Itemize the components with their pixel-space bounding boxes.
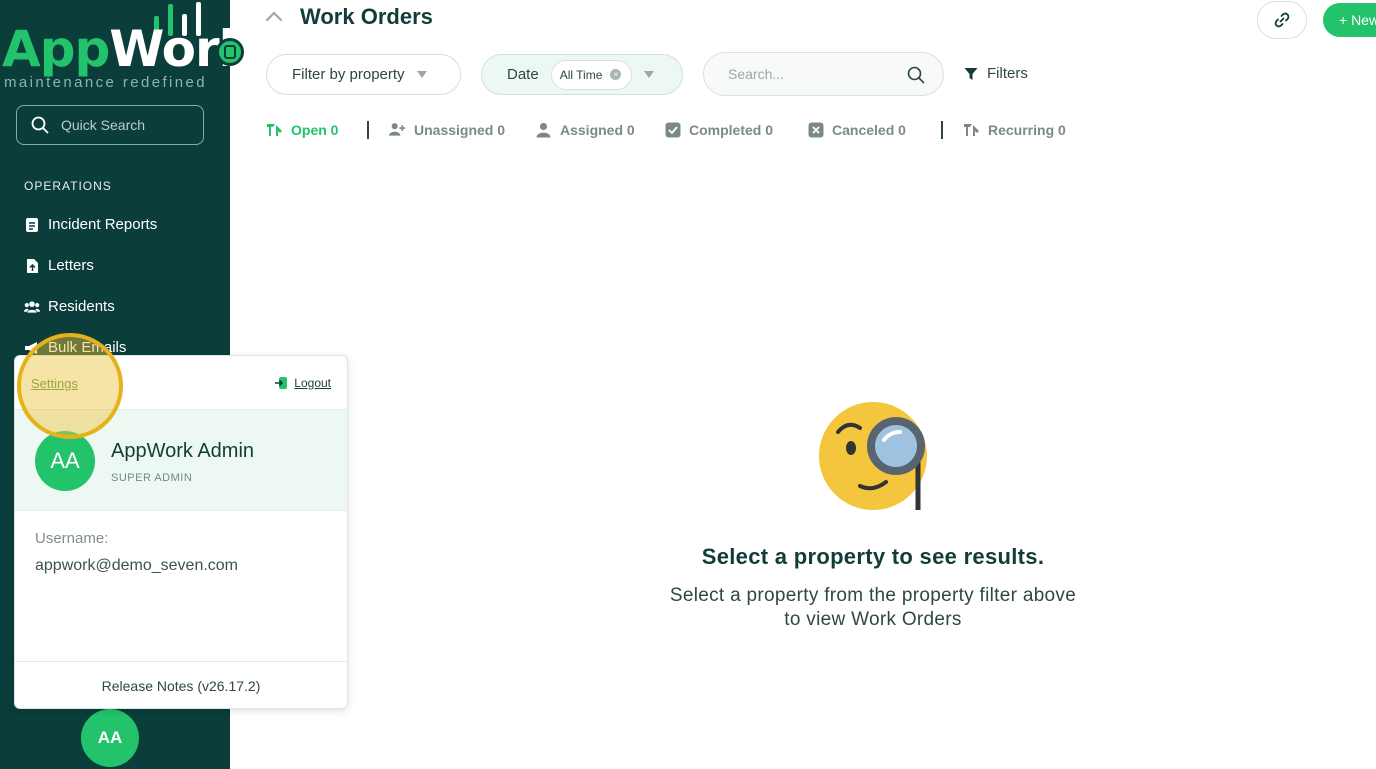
logo-tagline: maintenance redefined	[4, 74, 208, 91]
avatar: AA	[35, 431, 95, 491]
appwork-logo[interactable]: AppWork maintenance redefined	[0, 0, 252, 95]
page-title: Work Orders	[300, 4, 433, 29]
user-avatar-button[interactable]: AA	[81, 709, 139, 767]
filters-label: Filters	[987, 65, 1028, 82]
section-title-operations: OPERATIONS	[24, 179, 112, 193]
file-upload-icon	[24, 258, 40, 274]
popup-header: Settings Logout	[15, 356, 347, 410]
monocle-face-icon	[819, 402, 927, 510]
popup-user-card: AA AppWork Admin SUPER ADMIN	[15, 410, 347, 511]
search-icon	[31, 116, 49, 134]
user-role: SUPER ADMIN	[111, 472, 193, 484]
search-input[interactable]	[728, 66, 898, 82]
release-notes-link[interactable]: Release Notes (v26.17.2)	[15, 661, 347, 709]
settings-link[interactable]: Settings	[31, 376, 78, 391]
logout-label: Logout	[294, 376, 331, 390]
new-work-order-button[interactable]: + New	[1323, 3, 1376, 37]
page-header: Work Orders	[264, 4, 433, 30]
tab-completed[interactable]: Completed 0	[664, 121, 773, 138]
sidebar-item-label: Letters	[48, 257, 94, 274]
x-square-icon	[807, 121, 824, 138]
tab-open[interactable]: Open 0	[266, 121, 338, 138]
tab-recurring[interactable]: Recurring 0	[963, 121, 1066, 138]
tab-label: Open 0	[291, 121, 339, 138]
recurring-tools-icon	[963, 121, 980, 138]
logo-wordmark: AppWork	[2, 20, 252, 78]
close-icon[interactable]: ×	[610, 69, 622, 80]
document-icon	[24, 217, 40, 233]
date-filter-dropdown[interactable]: Date All Time ×	[481, 54, 683, 95]
empty-state-line: to view Work Orders	[784, 609, 962, 630]
filters-button[interactable]: Filters	[964, 65, 1028, 82]
property-filter-label: Filter by property	[292, 66, 405, 83]
quick-search-label: Quick Search	[61, 117, 146, 133]
property-filter-dropdown[interactable]: Filter by property	[266, 54, 461, 95]
logo-badge-icon	[216, 38, 244, 66]
search-field[interactable]	[703, 52, 944, 96]
user-plus-icon	[389, 121, 406, 138]
link-icon	[1274, 12, 1290, 28]
user-name: AppWork Admin	[111, 440, 255, 462]
sidebar-item-bulk-emails[interactable]: Bulk Emails	[24, 339, 126, 356]
username-value: appwork@demo_seven.com	[35, 557, 239, 574]
empty-state: Select a property to see results. Select…	[600, 400, 1146, 632]
funnel-icon	[964, 67, 978, 80]
logout-link[interactable]: Logout	[274, 376, 331, 390]
quick-search-button[interactable]: Quick Search	[16, 105, 204, 145]
megaphone-icon	[24, 340, 40, 356]
tab-divider	[941, 121, 943, 139]
tab-label: Completed 0	[689, 121, 774, 138]
sidebar-item-label: Residents	[48, 298, 115, 315]
sidebar-item-letters[interactable]: Letters	[24, 257, 94, 274]
user-icon	[535, 121, 552, 138]
search-icon[interactable]	[907, 66, 925, 84]
tab-canceled[interactable]: Canceled 0	[807, 121, 906, 138]
date-filter-label: Date	[507, 66, 539, 83]
sidebar-item-label: Incident Reports	[48, 216, 158, 233]
sidebar-item-incident-reports[interactable]: Incident Reports	[24, 216, 157, 233]
tools-icon	[266, 121, 283, 138]
tab-label: Canceled 0	[832, 121, 906, 138]
copy-link-button[interactable]	[1257, 1, 1307, 39]
caret-down-icon	[644, 71, 655, 78]
tab-label: Recurring 0	[988, 121, 1066, 138]
date-chip-value: All Time	[559, 67, 603, 82]
date-chip[interactable]: All Time ×	[550, 59, 633, 90]
user-menu-popup: Settings Logout AA AppWork Admin SUPER A…	[14, 355, 348, 709]
app-root: AppWork maintenance redefined Quick Sear…	[0, 0, 1376, 769]
users-icon	[24, 299, 40, 315]
tab-assigned[interactable]: Assigned 0	[535, 121, 635, 138]
username-label: Username:	[35, 530, 109, 547]
caret-down-icon	[416, 71, 427, 78]
sidebar-item-residents[interactable]: Residents	[24, 298, 115, 315]
sidebar-item-label: Bulk Emails	[48, 339, 127, 356]
tab-divider	[367, 121, 369, 139]
empty-state-title: Select a property to see results.	[701, 544, 1045, 569]
logout-icon	[275, 377, 288, 389]
tab-label: Unassigned 0	[414, 121, 506, 138]
check-square-icon	[664, 121, 681, 138]
empty-state-message: Select a property from the property filt…	[600, 584, 1146, 632]
empty-state-line: Select a property from the property filt…	[669, 585, 1077, 606]
tab-label: Assigned 0	[560, 121, 635, 138]
chevron-up-icon[interactable]	[264, 7, 284, 27]
tab-unassigned[interactable]: Unassigned 0	[389, 121, 505, 138]
